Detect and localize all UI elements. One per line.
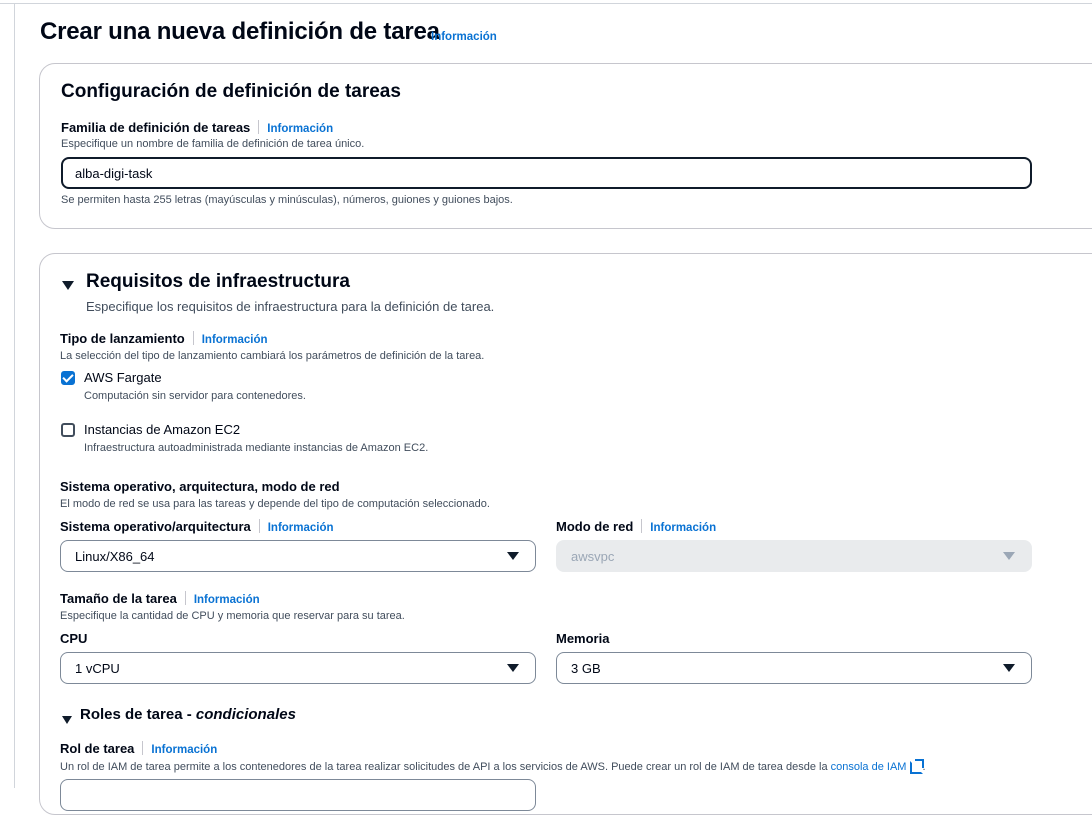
- network-mode-label: Modo de red: [556, 519, 634, 534]
- network-mode-value: awsvpc: [571, 548, 615, 564]
- config-heading: Configuración de definición de tareas: [61, 81, 401, 102]
- cpu-label: CPU: [60, 631, 88, 646]
- os-label-row: Sistema operativo/arquitectura Informació…: [60, 519, 334, 534]
- page-title: Crear una nueva definición de tarea: [40, 18, 440, 45]
- task-size-label-row: Tamaño de la tarea Información: [60, 591, 260, 606]
- cpu-select[interactable]: 1 vCPU: [60, 652, 536, 684]
- task-definition-config-panel: Configuración de definición de tareas Fa…: [39, 63, 1092, 229]
- network-info-link[interactable]: Información: [650, 522, 716, 534]
- infra-heading[interactable]: Requisitos de infraestructura: [86, 271, 350, 293]
- ec2-checkbox[interactable]: [61, 423, 75, 437]
- task-roles-heading[interactable]: Roles de tarea - condicionales: [80, 706, 296, 723]
- top-divider: [0, 3, 1092, 4]
- memory-select[interactable]: 3 GB: [556, 652, 1032, 684]
- os-label: Sistema operativo/arquitectura: [60, 519, 251, 534]
- launch-type-description: La selección del tipo de lanzamiento cam…: [60, 350, 485, 362]
- caret-down-icon: [507, 664, 519, 672]
- checkmark-icon: [62, 371, 74, 383]
- external-link-icon[interactable]: [910, 759, 925, 774]
- memory-label: Memoria: [556, 631, 610, 646]
- iam-console-link[interactable]: consola de IAM: [831, 761, 907, 773]
- label-separator: [192, 331, 194, 345]
- os-architecture-select[interactable]: Linux/X86_64: [60, 540, 536, 572]
- network-mode-select: awsvpc: [556, 540, 1032, 572]
- task-size-info-link[interactable]: Información: [194, 594, 260, 606]
- os-architecture-value: Linux/X86_64: [75, 548, 155, 564]
- family-label: Familia de definición de tareas: [61, 120, 251, 135]
- task-size-description: Especifique la cantidad de CPU y memoria…: [60, 610, 405, 622]
- family-constraint-text: Se permiten hasta 255 letras (mayúsculas…: [61, 194, 513, 206]
- caret-down-icon: [1003, 664, 1015, 672]
- expand-triangle-icon[interactable]: [62, 711, 72, 729]
- fargate-label[interactable]: AWS Fargate: [84, 370, 162, 385]
- label-separator: [258, 519, 260, 533]
- label-separator: [258, 120, 260, 134]
- task-role-label-row: Rol de tarea Información: [60, 741, 217, 756]
- os-section-description: El modo de red se usa para las tareas y …: [60, 498, 490, 510]
- task-role-description: Un rol de IAM de tarea permite a los con…: [60, 759, 926, 774]
- fargate-checkbox[interactable]: [61, 371, 75, 385]
- infrastructure-panel: Requisitos de infraestructura Especifiqu…: [39, 253, 1092, 815]
- label-separator: [641, 519, 643, 533]
- task-role-label: Rol de tarea: [60, 741, 135, 756]
- cpu-value: 1 vCPU: [75, 660, 120, 676]
- launch-type-label: Tipo de lanzamiento: [60, 331, 185, 346]
- launch-type-info-link[interactable]: Información: [202, 334, 268, 346]
- family-name-input[interactable]: [61, 157, 1032, 189]
- fargate-description: Computación sin servidor para contenedor…: [84, 390, 306, 402]
- family-description: Especifique un nombre de familia de defi…: [61, 138, 365, 150]
- label-separator: [184, 591, 186, 605]
- infra-description: Especifique los requisitos de infraestru…: [86, 299, 495, 314]
- launch-type-label-row: Tipo de lanzamiento Información: [60, 331, 268, 346]
- expand-triangle-icon[interactable]: [62, 277, 74, 295]
- label-separator: [142, 741, 144, 755]
- left-divider: [14, 3, 15, 788]
- network-label-row: Modo de red Información: [556, 519, 716, 534]
- task-role-select[interactable]: [60, 779, 536, 811]
- task-size-label: Tamaño de la tarea: [60, 591, 177, 606]
- caret-down-icon: [1003, 552, 1015, 560]
- memory-value: 3 GB: [571, 660, 601, 676]
- ec2-label[interactable]: Instancias de Amazon EC2: [84, 422, 240, 437]
- family-info-link[interactable]: Información: [267, 123, 333, 135]
- task-role-info-link[interactable]: Información: [151, 744, 217, 756]
- os-info-link[interactable]: Información: [268, 522, 334, 534]
- family-label-row: Familia de definición de tareas Informaci…: [61, 120, 333, 135]
- os-section-label: Sistema operativo, arquitectura, modo de…: [60, 479, 340, 494]
- caret-down-icon: [507, 552, 519, 560]
- ec2-description: Infraestructura autoadministrada mediant…: [84, 442, 429, 454]
- page-info-link[interactable]: Información: [431, 31, 497, 43]
- conditional-label: condicionales: [195, 706, 296, 723]
